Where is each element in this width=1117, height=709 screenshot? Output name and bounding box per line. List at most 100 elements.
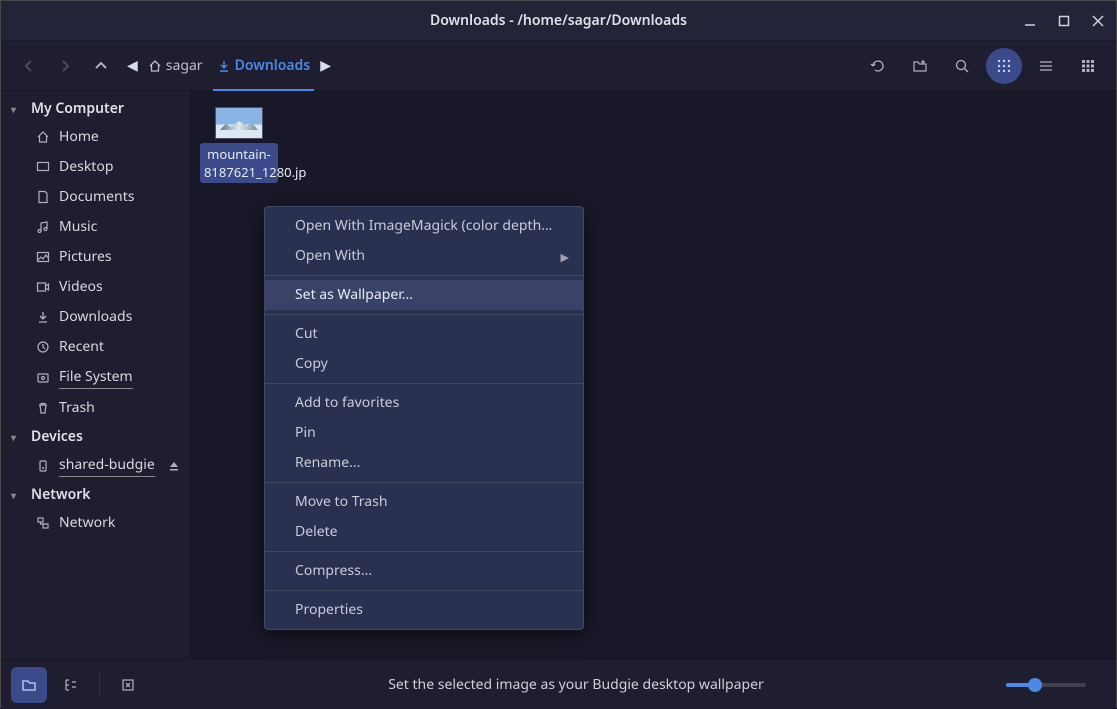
breadcrumb-label: Downloads — [235, 56, 311, 75]
toggle-hidden-button[interactable] — [110, 667, 146, 703]
sidebar-item-recent[interactable]: Recent — [1, 332, 190, 362]
download-icon — [217, 59, 231, 73]
compact-view-button[interactable] — [1070, 48, 1106, 84]
menu-separator — [265, 551, 583, 552]
breadcrumb-label: sagar — [166, 56, 203, 75]
sidebar-item-videos[interactable]: Videos — [1, 272, 190, 302]
sidebar-item-trash[interactable]: Trash — [1, 393, 190, 423]
breadcrumb: ◀ sagar Downloads ▶ — [127, 41, 860, 91]
music-icon — [35, 220, 51, 234]
toolbar: ◀ sagar Downloads ▶ — [1, 41, 1116, 91]
menu-rename[interactable]: Rename... — [265, 448, 583, 478]
zoom-slider[interactable] — [1006, 683, 1086, 687]
file-label: mountain-8187621_1280.jp — [200, 143, 278, 183]
menu-separator — [265, 590, 583, 591]
sidebar-item-shared-budgie[interactable]: shared-budgie — [1, 450, 190, 481]
sidebar-label: Network — [59, 512, 115, 534]
show-places-button[interactable] — [11, 667, 47, 703]
menu-move-to-trash[interactable]: Move to Trash — [265, 487, 583, 517]
sidebar-item-downloads[interactable]: Downloads — [1, 302, 190, 332]
back-button[interactable] — [11, 48, 47, 84]
usb-icon — [35, 459, 51, 473]
videos-icon — [35, 280, 51, 294]
sidebar-label: File System — [59, 366, 133, 389]
sidebar-item-network[interactable]: Network — [1, 508, 190, 538]
list-view-button[interactable] — [1028, 48, 1064, 84]
icon-view-button[interactable] — [986, 48, 1022, 84]
disk-icon — [35, 371, 51, 385]
sidebar-header-devices[interactable]: ▾ Devices — [1, 423, 190, 450]
sidebar-header-label: Devices — [31, 427, 83, 446]
home-icon — [35, 130, 51, 144]
status-message: Set the selected image as your Budgie de… — [152, 675, 1000, 694]
sidebar-item-filesystem[interactable]: File System — [1, 362, 190, 393]
menu-add-to-favorites[interactable]: Add to favorites — [265, 388, 583, 418]
refresh-button[interactable] — [860, 48, 896, 84]
breadcrumb-sagar[interactable]: sagar — [144, 41, 207, 91]
sidebar-label: Documents — [59, 186, 134, 208]
menu-separator — [265, 275, 583, 276]
menu-pin[interactable]: Pin — [265, 418, 583, 448]
sidebar-header-mycomputer[interactable]: ▾ My Computer — [1, 95, 190, 122]
desktop-icon — [35, 160, 51, 174]
chevron-down-icon: ▾ — [11, 102, 25, 116]
search-button[interactable] — [944, 48, 980, 84]
sidebar-label: Desktop — [59, 156, 113, 178]
menu-separator — [265, 482, 583, 483]
pictures-icon — [35, 250, 51, 264]
forward-button[interactable] — [47, 48, 83, 84]
recent-icon — [35, 340, 51, 354]
sidebar-item-music[interactable]: Music — [1, 212, 190, 242]
sidebar-item-documents[interactable]: Documents — [1, 182, 190, 212]
sidebar-label: shared-budgie — [59, 454, 155, 477]
chevron-down-icon: ▾ — [11, 430, 25, 444]
new-folder-button[interactable] — [902, 48, 938, 84]
breadcrumb-prev-icon[interactable]: ◀ — [127, 56, 138, 75]
network-icon — [35, 516, 51, 530]
sidebar-header-label: Network — [31, 485, 91, 504]
context-menu: Open With ImageMagick (color depth=… Ope… — [264, 206, 584, 630]
maximize-button[interactable] — [1054, 11, 1074, 31]
download-icon — [35, 310, 51, 324]
sidebar-header-network[interactable]: ▾ Network — [1, 481, 190, 508]
menu-properties[interactable]: Properties — [265, 595, 583, 625]
chevron-down-icon: ▾ — [11, 488, 25, 502]
menu-compress[interactable]: Compress... — [265, 556, 583, 586]
chevron-right-icon: ▶ — [561, 249, 569, 267]
menu-open-with[interactable]: Open With ▶ — [265, 241, 583, 271]
sidebar-item-pictures[interactable]: Pictures — [1, 242, 190, 272]
up-button[interactable] — [83, 48, 119, 84]
toolbar-right — [860, 48, 1106, 84]
show-tree-button[interactable] — [53, 667, 89, 703]
sidebar-label: Videos — [59, 276, 103, 298]
sidebar-header-label: My Computer — [31, 99, 124, 118]
menu-label: Open With — [295, 246, 365, 265]
file-item-mountain[interactable]: mountain-8187621_1280.jp — [201, 107, 277, 183]
trash-icon — [35, 401, 51, 415]
sidebar-item-desktop[interactable]: Desktop — [1, 152, 190, 182]
window-title: Downloads - /home/sagar/Downloads — [430, 11, 687, 30]
menu-open-with-imagemagick[interactable]: Open With ImageMagick (color depth=… — [265, 211, 583, 241]
eject-icon[interactable] — [168, 460, 180, 472]
slider-thumb[interactable] — [1028, 678, 1042, 692]
minimize-button[interactable] — [1020, 11, 1040, 31]
sidebar-label: Downloads — [59, 306, 132, 328]
statusbar: Set the selected image as your Budgie de… — [1, 659, 1116, 709]
menu-separator — [265, 314, 583, 315]
home-icon — [148, 59, 162, 73]
menu-copy[interactable]: Copy — [265, 349, 583, 379]
sidebar-item-home[interactable]: Home — [1, 122, 190, 152]
sidebar-label: Trash — [59, 397, 95, 419]
sidebar-label: Recent — [59, 336, 104, 358]
sidebar: ▾ My Computer Home Desktop Documents Mus… — [1, 91, 191, 659]
breadcrumb-downloads[interactable]: Downloads — [213, 41, 315, 91]
document-icon — [35, 190, 51, 204]
slider-fill — [1006, 683, 1030, 687]
close-button[interactable] — [1088, 11, 1108, 31]
menu-cut[interactable]: Cut — [265, 319, 583, 349]
breadcrumb-next-icon[interactable]: ▶ — [320, 56, 331, 75]
sidebar-label: Pictures — [59, 246, 112, 268]
menu-set-as-wallpaper[interactable]: Set as Wallpaper... — [265, 280, 583, 310]
menu-delete[interactable]: Delete — [265, 517, 583, 547]
file-thumbnail — [215, 107, 263, 139]
